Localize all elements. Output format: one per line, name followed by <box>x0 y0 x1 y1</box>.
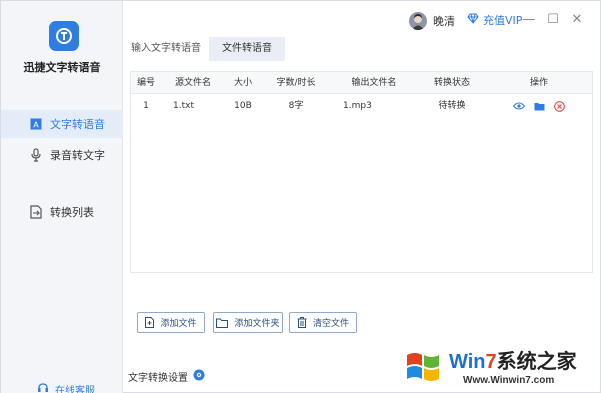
tab-bar: 输入文字转语音 文件转语音 <box>123 37 600 61</box>
cell-actions <box>487 95 591 117</box>
windows-logo-icon <box>403 347 443 391</box>
clear-files-label: 清空文件 <box>312 319 349 329</box>
sidebar-item-label: 转换列表 <box>50 206 94 219</box>
app-logo-icon <box>49 21 79 51</box>
avatar <box>409 12 427 30</box>
vip-label: 充值VIP <box>483 14 523 27</box>
add-file-icon <box>145 317 155 328</box>
conversion-settings: 文字转换设置 <box>128 369 205 384</box>
cell-size: 10B <box>234 101 252 111</box>
sidebar-item-label: 录音转文字 <box>50 149 105 162</box>
cell-count: 8字 <box>288 101 304 111</box>
add-file-button[interactable]: 添加文件 <box>137 312 205 333</box>
user-profile[interactable]: 晚清 <box>409 12 455 30</box>
column-header-count: 字数/时长 <box>276 78 316 88</box>
add-folder-button[interactable]: 添加文件夹 <box>213 312 283 333</box>
watermark-url: Www.Winwin7.com <box>463 375 555 386</box>
add-file-label: 添加文件 <box>160 319 197 329</box>
tab-input-text-to-speech[interactable]: 输入文字转语音 <box>123 37 209 61</box>
minimize-button[interactable]: — <box>521 11 537 27</box>
headset-icon <box>37 382 49 393</box>
column-header-size: 大小 <box>233 78 252 88</box>
trash-icon <box>297 317 307 328</box>
column-header-id: 编号 <box>136 78 155 88</box>
table-row[interactable]: 1 1.txt 10B 8字 1.mp3 待转换 <box>131 95 592 117</box>
sidebar-item-speech-to-text[interactable]: 录音转文字 <box>1 141 123 169</box>
preview-eye-icon[interactable] <box>513 100 525 112</box>
maximize-button[interactable]: ☐ <box>545 11 561 27</box>
online-support-link[interactable]: 在线客服 <box>37 382 95 393</box>
column-header-output: 输出文件名 <box>351 78 397 88</box>
column-header-source: 源文件名 <box>174 78 211 88</box>
column-header-status: 转换状态 <box>433 78 470 88</box>
open-folder-icon[interactable] <box>533 100 545 112</box>
cell-id: 1 <box>143 101 149 111</box>
sidebar-item-text-to-speech[interactable]: A 文字转语音 <box>1 110 123 138</box>
settings-label: 文字转换设置 <box>128 373 188 384</box>
delete-icon[interactable] <box>553 100 565 112</box>
cell-source: 1.txt <box>173 101 194 111</box>
cell-output: 1.mp3 <box>343 101 372 111</box>
gear-icon[interactable] <box>193 369 205 384</box>
tab-file-to-speech[interactable]: 文件转语音 <box>209 37 285 61</box>
cell-status: 待转换 <box>438 101 466 111</box>
sidebar-item-label: 文字转语音 <box>50 118 105 131</box>
recharge-vip-button[interactable]: 充值VIP <box>467 12 522 28</box>
app-window: 迅捷文字转语音 A 文字转语音 录音转文字 转换列表 在线客服 晚清 充值VIP… <box>0 0 601 393</box>
sidebar: 迅捷文字转语音 A 文字转语音 录音转文字 转换列表 在线客服 <box>1 1 123 393</box>
watermark-title: Win7系统之家 <box>449 351 577 373</box>
title-bar: 晚清 充值VIP — ☐ ✕ <box>123 1 600 37</box>
support-label: 在线客服 <box>55 386 95 393</box>
file-table: 编号 源文件名 大小 字数/时长 输出文件名 转换状态 操作 1 1.txt 1… <box>130 71 593 273</box>
text-to-speech-icon: A <box>29 117 43 131</box>
conversion-list-icon <box>29 205 43 219</box>
app-name: 迅捷文字转语音 <box>23 61 101 74</box>
table-header: 编号 源文件名 大小 字数/时长 输出文件名 转换状态 操作 <box>131 72 592 94</box>
folder-icon <box>216 318 229 328</box>
column-header-actions: 操作 <box>529 78 548 88</box>
username: 晚清 <box>433 15 455 28</box>
svg-text:A: A <box>33 121 39 130</box>
close-button[interactable]: ✕ <box>569 11 585 27</box>
microphone-icon <box>29 148 43 162</box>
sidebar-item-conversion-list[interactable]: 转换列表 <box>1 198 123 226</box>
add-folder-label: 添加文件夹 <box>234 319 280 329</box>
diamond-icon <box>467 13 479 27</box>
clear-files-button[interactable]: 清空文件 <box>289 312 357 333</box>
watermark: Win7系统之家 Www.Winwin7.com <box>403 343 601 393</box>
